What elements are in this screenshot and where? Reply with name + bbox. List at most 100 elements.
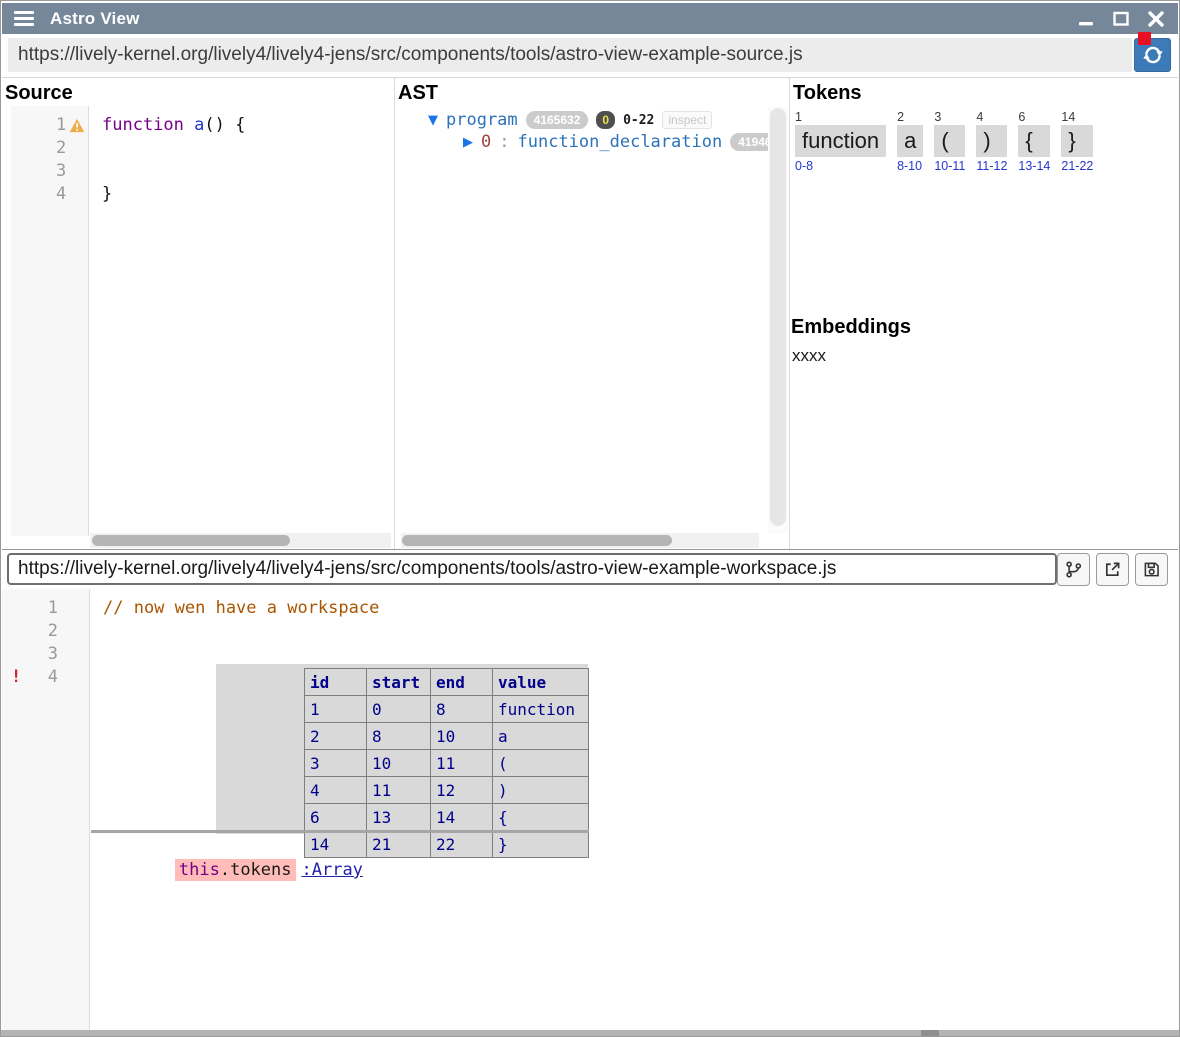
cell-end: 22 xyxy=(431,831,493,858)
token-chip[interactable]: a xyxy=(897,125,923,157)
cell-end: 8 xyxy=(431,696,493,723)
cell-id: 3 xyxy=(305,750,367,777)
workspace-code[interactable]: // now wen have a workspace id start end… xyxy=(91,589,1178,1032)
embeddings-value: xxxx xyxy=(792,346,826,366)
maximize-icon[interactable] xyxy=(1111,9,1131,29)
ast-vscrollbar-thumb[interactable] xyxy=(770,108,786,526)
panels-area: Source 1 2 3 4 function a() { } xyxy=(2,77,1178,550)
ast-id-badge: 4165632 xyxy=(526,111,589,129)
version-control-button[interactable] xyxy=(1057,553,1090,586)
save-icon xyxy=(1141,559,1162,580)
cell-start: 21 xyxy=(367,831,431,858)
warning-icon[interactable] xyxy=(66,118,88,133)
line-number: 3 xyxy=(31,160,67,183)
minimize-icon[interactable] xyxy=(1076,9,1096,29)
cell-id: 6 xyxy=(305,804,367,831)
annotation-target: this.tokens xyxy=(175,859,296,881)
cell-value: a xyxy=(493,723,589,750)
cell-value: { xyxy=(493,804,589,831)
reload-button[interactable] xyxy=(1134,38,1171,72)
menu-icon[interactable] xyxy=(14,11,34,26)
token-index: 14 xyxy=(1061,110,1093,125)
token-item: 6 { 13-14 xyxy=(1018,110,1050,174)
workspace-url-input[interactable] xyxy=(7,553,1057,585)
git-branch-icon xyxy=(1063,559,1084,580)
token-range: 8-10 xyxy=(897,159,923,174)
titlebar: Astro View xyxy=(2,3,1178,34)
source-editor[interactable]: 1 2 3 4 function a() { } xyxy=(11,106,392,536)
source-panel: Source 1 2 3 4 function a() { } xyxy=(2,78,394,549)
cell-start: 10 xyxy=(367,750,431,777)
collapse-arrow-icon[interactable]: ▼ xyxy=(428,113,438,128)
token-range: 11-12 xyxy=(976,159,1007,174)
external-link-icon xyxy=(1102,559,1123,580)
token-item: 3 ( 10-11 xyxy=(934,110,965,174)
cell-id: 4 xyxy=(305,777,367,804)
token-index: 3 xyxy=(934,110,965,125)
source-gutter: 1 2 3 4 xyxy=(11,106,89,536)
column-header: id xyxy=(305,669,367,696)
line-number: 4 xyxy=(26,666,58,689)
code-line-1: function a() { xyxy=(102,114,392,137)
cell-end: 11 xyxy=(431,750,493,777)
source-code[interactable]: function a() { } xyxy=(90,106,392,536)
source-url-input[interactable] xyxy=(8,38,1132,72)
update-notification-badge xyxy=(1138,32,1151,45)
token-chip[interactable]: function xyxy=(795,125,886,157)
ast-node-label[interactable]: function_declaration xyxy=(518,132,723,152)
workspace-url-row xyxy=(2,551,1178,589)
token-index: 1 xyxy=(795,110,886,125)
cell-start: 0 xyxy=(367,696,431,723)
ast-hscrollbar-thumb[interactable] xyxy=(402,535,672,546)
table-row: 3 10 11 ( xyxy=(305,750,589,777)
token-chip[interactable]: } xyxy=(1061,125,1093,157)
cell-id: 2 xyxy=(305,723,367,750)
table-header-row: id start end value xyxy=(305,669,589,696)
token-range: 13-14 xyxy=(1018,159,1050,174)
cell-value: function xyxy=(493,696,589,723)
line-widget-divider xyxy=(91,830,589,833)
token-chip[interactable]: ( xyxy=(934,125,965,157)
table-row: 2 8 10 a xyxy=(305,723,589,750)
column-header: end xyxy=(431,669,493,696)
type-link[interactable]: :Array xyxy=(302,860,363,880)
ast-child-index: 0 xyxy=(481,132,491,152)
save-button[interactable] xyxy=(1135,553,1168,586)
error-marker[interactable]: ! xyxy=(2,666,26,689)
tokens-panel: Tokens 1 function 0-8 2 a 8-10 3 ( 10-11 xyxy=(789,78,1178,549)
token-chip[interactable]: ) xyxy=(976,125,1007,157)
source-hscrollbar-thumb[interactable] xyxy=(92,535,290,546)
cell-end: 12 xyxy=(431,777,493,804)
line-number: 2 xyxy=(31,137,67,160)
table-row: 1 0 8 function xyxy=(305,696,589,723)
refresh-icon xyxy=(1142,44,1164,66)
ast-node-function-declaration: ▶ 0 : function_declaration 419469 xyxy=(395,132,789,152)
annotation-label: this.tokens:Array xyxy=(93,834,363,858)
close-icon[interactable] xyxy=(1146,9,1166,29)
token-strip: 1 function 0-8 2 a 8-10 3 ( 10-11 4 ) xyxy=(795,110,1093,174)
source-hscrollbar xyxy=(90,533,391,548)
token-index: 4 xyxy=(976,110,1007,125)
token-range: 0-8 xyxy=(795,159,886,174)
comment-line: // now wen have a workspace xyxy=(103,597,379,620)
line-number: 1 xyxy=(26,597,58,620)
cell-start: 11 xyxy=(367,777,431,804)
token-item: 2 a 8-10 xyxy=(897,110,923,174)
window-controls xyxy=(1076,9,1166,29)
cell-id: 1 xyxy=(305,696,367,723)
token-range: 10-11 xyxy=(934,159,965,174)
expand-arrow-icon[interactable]: ▶ xyxy=(463,135,473,150)
cell-value: } xyxy=(493,831,589,858)
line-number: 3 xyxy=(26,643,58,666)
bottom-scrollbar-thumb[interactable] xyxy=(921,1030,939,1036)
code-line-2 xyxy=(102,137,392,160)
inspect-button[interactable]: inspect xyxy=(662,111,712,129)
token-chip[interactable]: { xyxy=(1018,125,1050,157)
cell-end: 10 xyxy=(431,723,493,750)
window-bottom-scrollbar xyxy=(1,1030,1179,1036)
tokens-panel-title: Tokens xyxy=(790,78,1178,105)
ast-panel: AST ▼ program 4165632 0 0-22 inspect ▶ 0… xyxy=(394,78,789,549)
ast-node-label[interactable]: program xyxy=(446,110,518,130)
workspace-editor[interactable]: 1 2 3 !4 // now wen have a workspace id … xyxy=(2,589,1178,1032)
open-external-button[interactable] xyxy=(1096,553,1129,586)
